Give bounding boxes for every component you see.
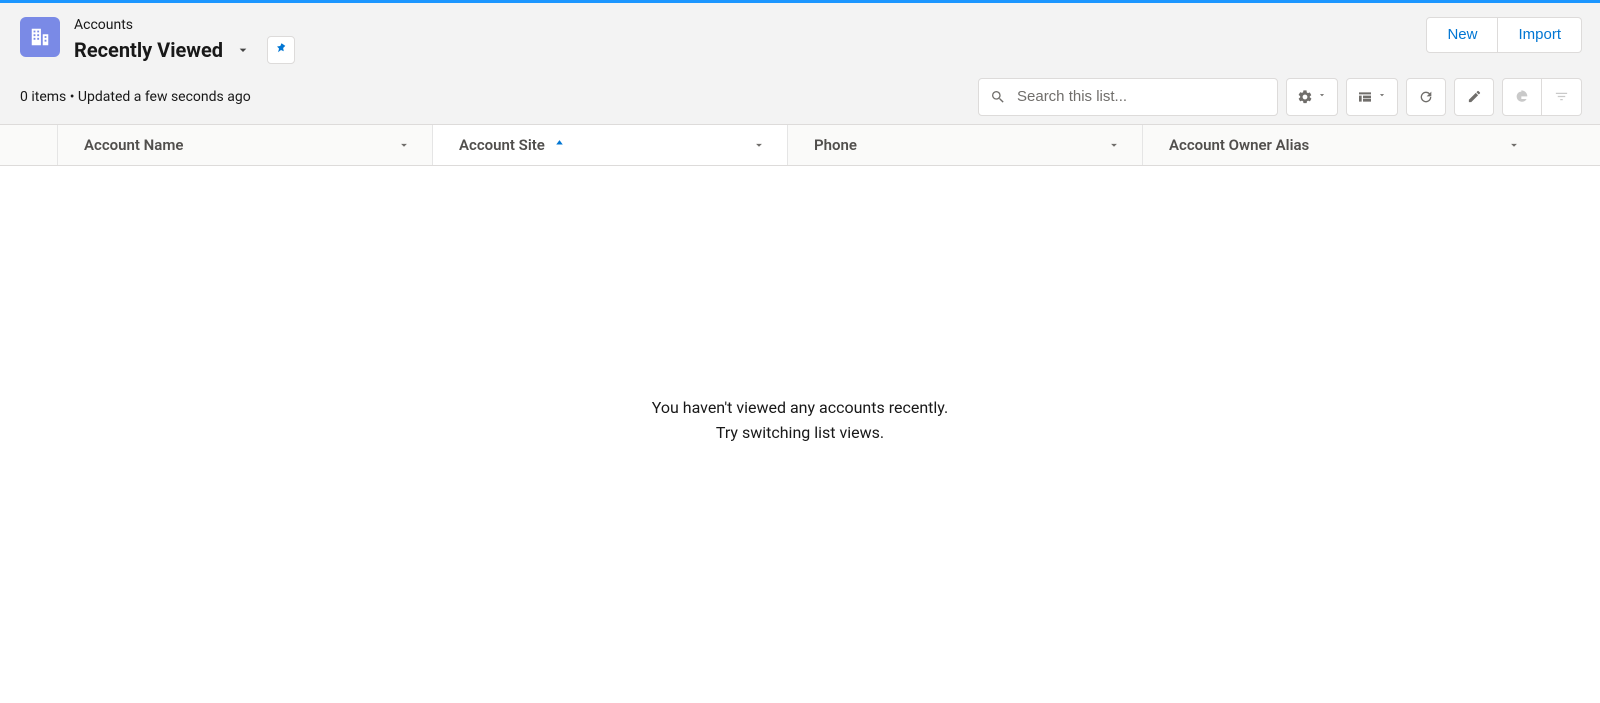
chevron-down-icon (1377, 89, 1387, 104)
refresh-button[interactable] (1406, 78, 1446, 116)
list-view-controls-button[interactable] (1286, 78, 1338, 116)
import-button[interactable]: Import (1498, 17, 1582, 53)
table-icon (1357, 89, 1373, 105)
empty-state-message: You haven't viewed any accounts recently… (652, 396, 949, 446)
column-menu-button[interactable] (392, 138, 416, 152)
sort-ascending-icon (553, 138, 566, 151)
account-object-icon (20, 17, 60, 57)
pin-list-button[interactable] (267, 36, 295, 64)
refresh-icon (1418, 89, 1434, 105)
column-account-owner-alias[interactable]: Account Owner Alias (1143, 125, 1542, 165)
empty-line-2: Try switching list views. (652, 421, 949, 446)
empty-line-1: You haven't viewed any accounts recently… (652, 396, 949, 421)
status-text: 0 items • Updated a few seconds ago (20, 89, 251, 105)
search-input[interactable] (978, 78, 1278, 116)
list-view-name[interactable]: Recently Viewed (74, 38, 223, 62)
pie-chart-icon (1514, 89, 1530, 105)
column-label: Phone (814, 136, 857, 154)
filter-icon (1554, 89, 1569, 104)
object-label: Accounts (74, 17, 295, 34)
select-all-column (0, 125, 58, 165)
header-row-top: Accounts Recently Viewed New Import (20, 17, 1582, 64)
display-as-button[interactable] (1346, 78, 1398, 116)
accounts-list-view-page: Accounts Recently Viewed New Import 0 i (0, 0, 1600, 703)
chevron-down-icon (397, 138, 411, 152)
column-label: Account Site (459, 136, 545, 154)
column-label: Account Owner Alias (1169, 136, 1309, 154)
chevron-down-icon (1107, 138, 1121, 152)
list-view-switcher[interactable] (233, 42, 253, 58)
chevron-down-icon (1317, 89, 1327, 104)
chevron-down-icon (752, 138, 766, 152)
column-menu-button[interactable] (1502, 138, 1526, 152)
gear-icon (1297, 89, 1313, 105)
column-menu-button[interactable] (747, 138, 771, 152)
new-button[interactable]: New (1426, 17, 1498, 53)
column-account-site[interactable]: Account Site (433, 125, 788, 165)
view-name-row: Recently Viewed (74, 36, 295, 64)
search-wrapper (978, 78, 1278, 116)
column-account-name[interactable]: Account Name (58, 125, 433, 165)
table-header-row: Account Name Account Site Phone Account … (0, 124, 1600, 166)
chevron-down-icon (1507, 138, 1521, 152)
column-phone[interactable]: Phone (788, 125, 1143, 165)
chart-button[interactable] (1502, 78, 1542, 116)
list-view-controls (978, 78, 1582, 116)
column-menu-button[interactable] (1102, 138, 1126, 152)
filter-button[interactable] (1542, 78, 1582, 116)
search-icon (990, 89, 1006, 105)
list-view-header: Accounts Recently Viewed New Import 0 i (0, 3, 1600, 124)
title-block: Accounts Recently Viewed (74, 17, 295, 64)
page-action-buttons: New Import (1426, 17, 1582, 53)
column-label: Account Name (84, 136, 183, 154)
pencil-icon (1467, 89, 1482, 104)
row-action-column (1542, 125, 1600, 165)
table-body-empty: You haven't viewed any accounts recently… (0, 166, 1600, 703)
edit-list-button[interactable] (1454, 78, 1494, 116)
header-row-bottom: 0 items • Updated a few seconds ago (20, 78, 1582, 116)
chart-filter-group (1502, 78, 1582, 116)
